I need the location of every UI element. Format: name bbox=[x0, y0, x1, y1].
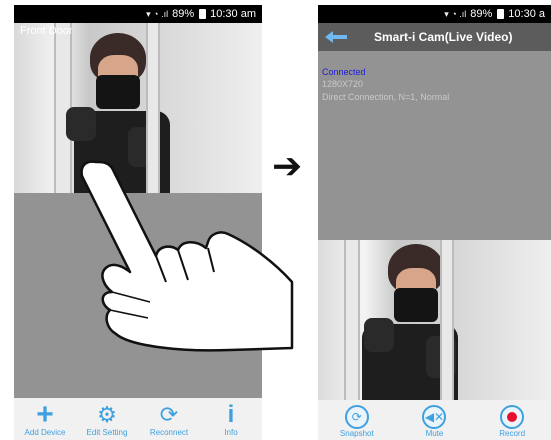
live-video-view[interactable] bbox=[318, 240, 551, 405]
info-button[interactable]: i Info bbox=[201, 401, 261, 438]
battery-icon bbox=[497, 9, 505, 19]
add-device-button[interactable]: + Add Device bbox=[15, 398, 75, 438]
info-icon: i bbox=[227, 401, 235, 428]
app-header: Smart-i Cam(Live Video) bbox=[318, 23, 551, 51]
bottom-toolbar: + Add Device ⚙ Edit Setting ⟳ Reconnect … bbox=[14, 398, 262, 440]
pointing-hand-icon bbox=[80, 160, 294, 352]
mute-button[interactable]: ◀✕ Mute bbox=[404, 405, 464, 438]
page-title: Smart-i Cam(Live Video) bbox=[374, 30, 513, 44]
connection-details: Direct Connection, N=1, Normal bbox=[322, 92, 450, 102]
refresh-icon: ⟳ bbox=[159, 402, 179, 427]
edit-setting-label: Edit Setting bbox=[86, 428, 128, 437]
battery-icon bbox=[199, 9, 207, 19]
battery-percent: 89% bbox=[172, 8, 195, 20]
camera-title: Front Door bbox=[20, 25, 73, 37]
bottom-toolbar: ⟳ Snapshot ◀✕ Mute Record bbox=[318, 400, 551, 440]
door-frame bbox=[440, 240, 454, 405]
reconnect-label: Reconnect bbox=[149, 428, 189, 437]
signal-icon: ▾ ◔ .ıl bbox=[444, 8, 467, 19]
mute-label: Mute bbox=[425, 429, 444, 438]
reconnect-button[interactable]: ⟳ Reconnect bbox=[139, 402, 199, 438]
status-bar: ▾ ◔ .ıl 89% 10:30 am bbox=[14, 5, 262, 23]
back-button[interactable] bbox=[318, 29, 354, 45]
right-phone-screen: ▾ ◔ .ıl 89% 10:30 a Smart-i Cam(Live Vid… bbox=[318, 5, 551, 440]
gear-icon: ⚙ bbox=[97, 402, 117, 427]
back-arrow-icon bbox=[325, 31, 347, 43]
record-icon bbox=[500, 405, 525, 429]
info-label: Info bbox=[224, 428, 238, 437]
right-arrow-icon: ➔ bbox=[272, 145, 303, 186]
clock: 10:30 am bbox=[210, 8, 256, 20]
camera-icon: ⟳ bbox=[344, 405, 369, 429]
snapshot-button[interactable]: ⟳ Snapshot bbox=[327, 405, 387, 438]
add-device-label: Add Device bbox=[24, 428, 66, 437]
connection-status: Connected bbox=[322, 67, 366, 77]
clock: 10:30 a bbox=[508, 8, 545, 20]
snapshot-label: Snapshot bbox=[339, 429, 374, 438]
resolution-text: 1280X720 bbox=[322, 79, 364, 89]
plus-icon: + bbox=[36, 398, 54, 431]
battery-percent: 89% bbox=[470, 8, 493, 20]
status-bar: ▾ ◔ .ıl 89% 10:30 a bbox=[318, 5, 551, 23]
speaker-muted-icon: ◀✕ bbox=[422, 405, 447, 429]
signal-icon: ▾ ◔ .ıl bbox=[146, 8, 169, 19]
edit-setting-button[interactable]: ⚙ Edit Setting bbox=[77, 402, 137, 438]
record-button[interactable]: Record bbox=[482, 405, 542, 438]
record-label: Record bbox=[499, 429, 526, 438]
instruction-illustration: ▾ ◔ .ıl 89% 10:30 am Front Door + Add De… bbox=[0, 0, 551, 440]
